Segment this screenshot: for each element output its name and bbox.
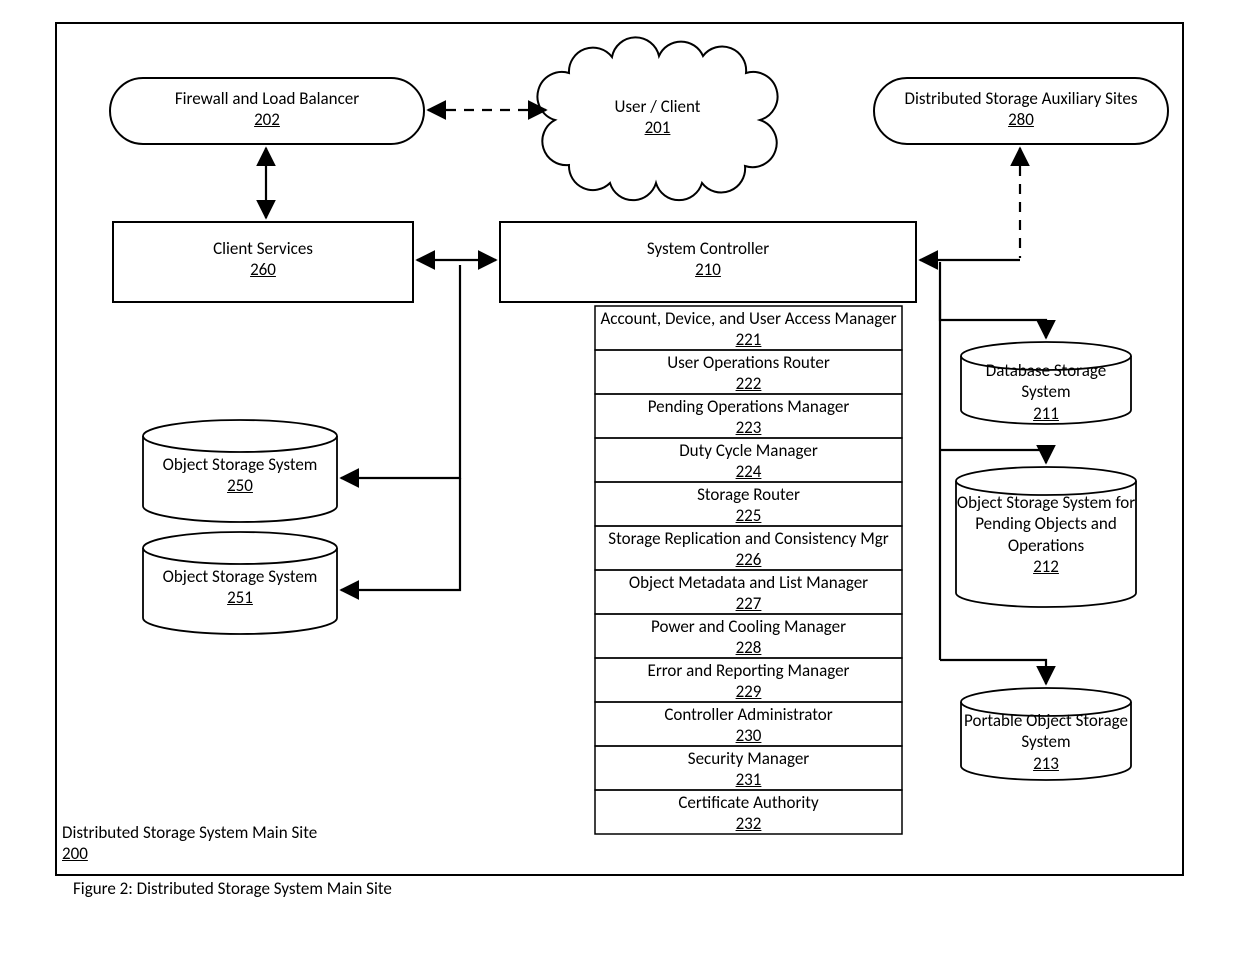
label-db-storage: Database Storage System211 [961, 360, 1131, 424]
text: Client Services [213, 238, 313, 259]
ref: 202 [254, 109, 280, 130]
label-user-client: User / Client 201 [560, 96, 755, 139]
module-228: Power and Cooling Manager228 [595, 616, 902, 659]
module-231: Security Manager231 [595, 748, 902, 791]
module-229: Error and Reporting Manager229 [595, 660, 902, 703]
label-aux-sites: Distributed Storage Auxiliary Sites 280 [874, 88, 1168, 131]
label-firewall: Firewall and Load Balancer 202 [110, 88, 424, 131]
module-225: Storage Router225 [595, 484, 902, 527]
ref: 280 [1008, 109, 1034, 130]
module-222: User Operations Router222 [595, 352, 902, 395]
label-system-controller: System Controller 210 [500, 238, 916, 281]
module-223: Pending Operations Manager223 [595, 396, 902, 439]
text: System Controller [647, 238, 769, 259]
label-pending-storage: Object Storage System for Pending Object… [956, 492, 1136, 577]
figure-caption: Figure 2: Distributed Storage System Mai… [73, 878, 392, 899]
site-label: Distributed Storage System Main Site 200 [62, 822, 317, 864]
connector-cs-oss [341, 265, 460, 590]
ref: 210 [695, 259, 721, 280]
module-221: Account, Device, and User Access Manager… [595, 308, 902, 351]
text: Distributed Storage Auxiliary Sites [905, 88, 1138, 109]
label-oss-251: Object Storage System251 [143, 566, 337, 609]
module-226: Storage Replication and Consistency Mgr2… [595, 528, 902, 571]
connector-sc-db [940, 300, 1046, 338]
connector-sc-pending [940, 450, 1046, 463]
module-232: Certificate Authority232 [595, 792, 902, 835]
module-224: Duty Cycle Manager224 [595, 440, 902, 483]
text: Firewall and Load Balancer [175, 88, 359, 109]
connector-sc-portable [940, 660, 1046, 684]
label-portable-storage: Portable Object Storage System213 [961, 710, 1131, 774]
ref: 260 [250, 259, 276, 280]
label-client-services: Client Services 260 [113, 238, 413, 281]
label-oss-250: Object Storage System250 [143, 454, 337, 497]
ref: 201 [645, 117, 671, 138]
text: User / Client [615, 96, 701, 117]
module-227: Object Metadata and List Manager227 [595, 572, 902, 615]
connector-aux-sc [920, 148, 1020, 260]
module-230: Controller Administrator230 [595, 704, 902, 747]
